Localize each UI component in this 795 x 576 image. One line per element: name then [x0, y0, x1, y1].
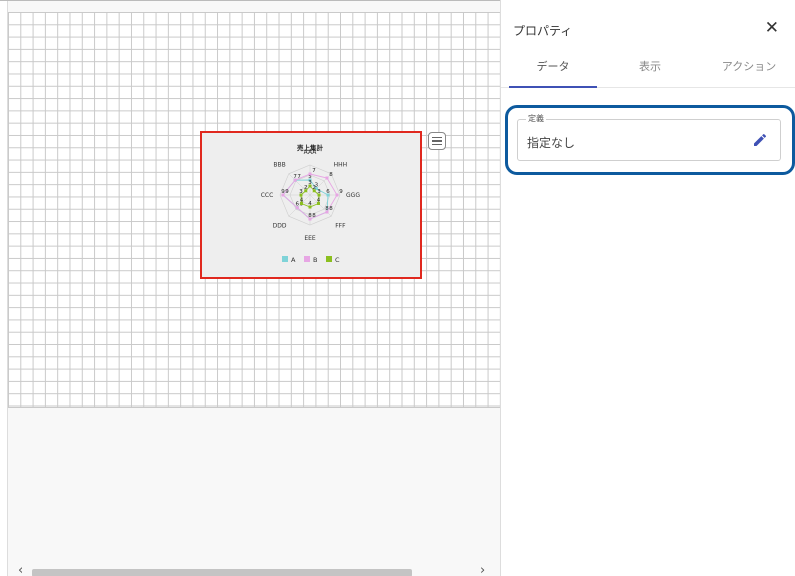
data-point [295, 206, 299, 210]
data-label: 3 [317, 189, 321, 195]
data-label: 8 [312, 213, 316, 219]
radar-chart-widget[interactable]: 売上集計 AAA HHH GGG FFF EEE DDD CCC BBB 5 3 6 8 8 6 9 7 7 8 9 8… [200, 131, 422, 279]
scroll-right-icon[interactable]: › [480, 563, 485, 576]
data-label: 4 [300, 197, 304, 203]
canvas-left-edge [0, 1, 8, 576]
scrollbar-thumb[interactable] [32, 569, 412, 576]
tab-action[interactable]: アクション [703, 50, 795, 88]
data-label: 9 [285, 189, 289, 195]
legend-label: C [335, 256, 340, 264]
properties-panel: プロパティ ✕ データ 表示 アクション 定義 指定なし [500, 0, 795, 576]
data-point [281, 193, 285, 197]
data-label: 7 [312, 168, 316, 174]
data-label: 6 [326, 189, 330, 195]
definition-highlight: 定義 指定なし [505, 105, 795, 175]
data-label: 3 [299, 189, 303, 195]
radar-chart: 売上集計AAAHHHGGGFFFEEEDDDCCCBBB536886977898… [261, 143, 361, 264]
legend-label: A [291, 256, 296, 264]
data-label: 8 [329, 172, 333, 178]
pencil-icon[interactable] [752, 132, 768, 148]
data-label: 9 [339, 189, 343, 195]
data-label: 2 [312, 185, 316, 191]
definition-field[interactable]: 定義 指定なし [517, 113, 781, 161]
legend-swatch [282, 256, 288, 262]
legend-label: B [313, 256, 317, 264]
data-label: 4 [317, 197, 321, 203]
dashboard-canvas[interactable]: 売上集計 AAA HHH GGG FFF EEE DDD CCC BBB 5 3 6 8 8 6 9 7 7 8 9 8… [0, 0, 500, 576]
category-label: HHH [334, 162, 348, 169]
data-point [325, 210, 329, 214]
data-label: 7 [297, 174, 301, 180]
data-label: 2 [304, 185, 308, 191]
category-label: FFF [335, 222, 346, 229]
panel-tabs: データ 表示 アクション [501, 50, 795, 88]
scroll-left-icon[interactable]: ‹ [18, 563, 23, 576]
horizontal-scrollbar[interactable]: ‹ › [8, 563, 500, 576]
category-label: GGG [346, 192, 360, 199]
data-point [293, 178, 297, 182]
category-label: DDD [273, 222, 287, 229]
category-label: EEE [304, 235, 316, 242]
definition-label: 定義 [526, 113, 546, 124]
panel-title: プロパティ [513, 24, 573, 38]
category-label: AAA [304, 149, 318, 156]
legend-swatch [304, 256, 310, 262]
category-label: BBB [273, 162, 285, 169]
data-point [325, 176, 329, 180]
close-icon[interactable]: ✕ [765, 18, 779, 38]
data-label: 8 [329, 206, 333, 212]
category-label: CCC [261, 192, 274, 199]
app-root: 売上集計 AAA HHH GGG FFF EEE DDD CCC BBB 5 3 6 8 8 6 9 7 7 8 9 8… [0, 0, 795, 576]
legend-swatch [326, 256, 332, 262]
tab-data[interactable]: データ [509, 50, 597, 88]
tab-display[interactable]: 表示 [601, 50, 699, 88]
data-point [308, 172, 312, 176]
definition-value: 指定なし [527, 136, 576, 150]
data-label: 4 [308, 201, 312, 207]
data-point [335, 193, 339, 197]
widget-menu-icon[interactable] [428, 132, 446, 150]
data-point [308, 217, 312, 221]
